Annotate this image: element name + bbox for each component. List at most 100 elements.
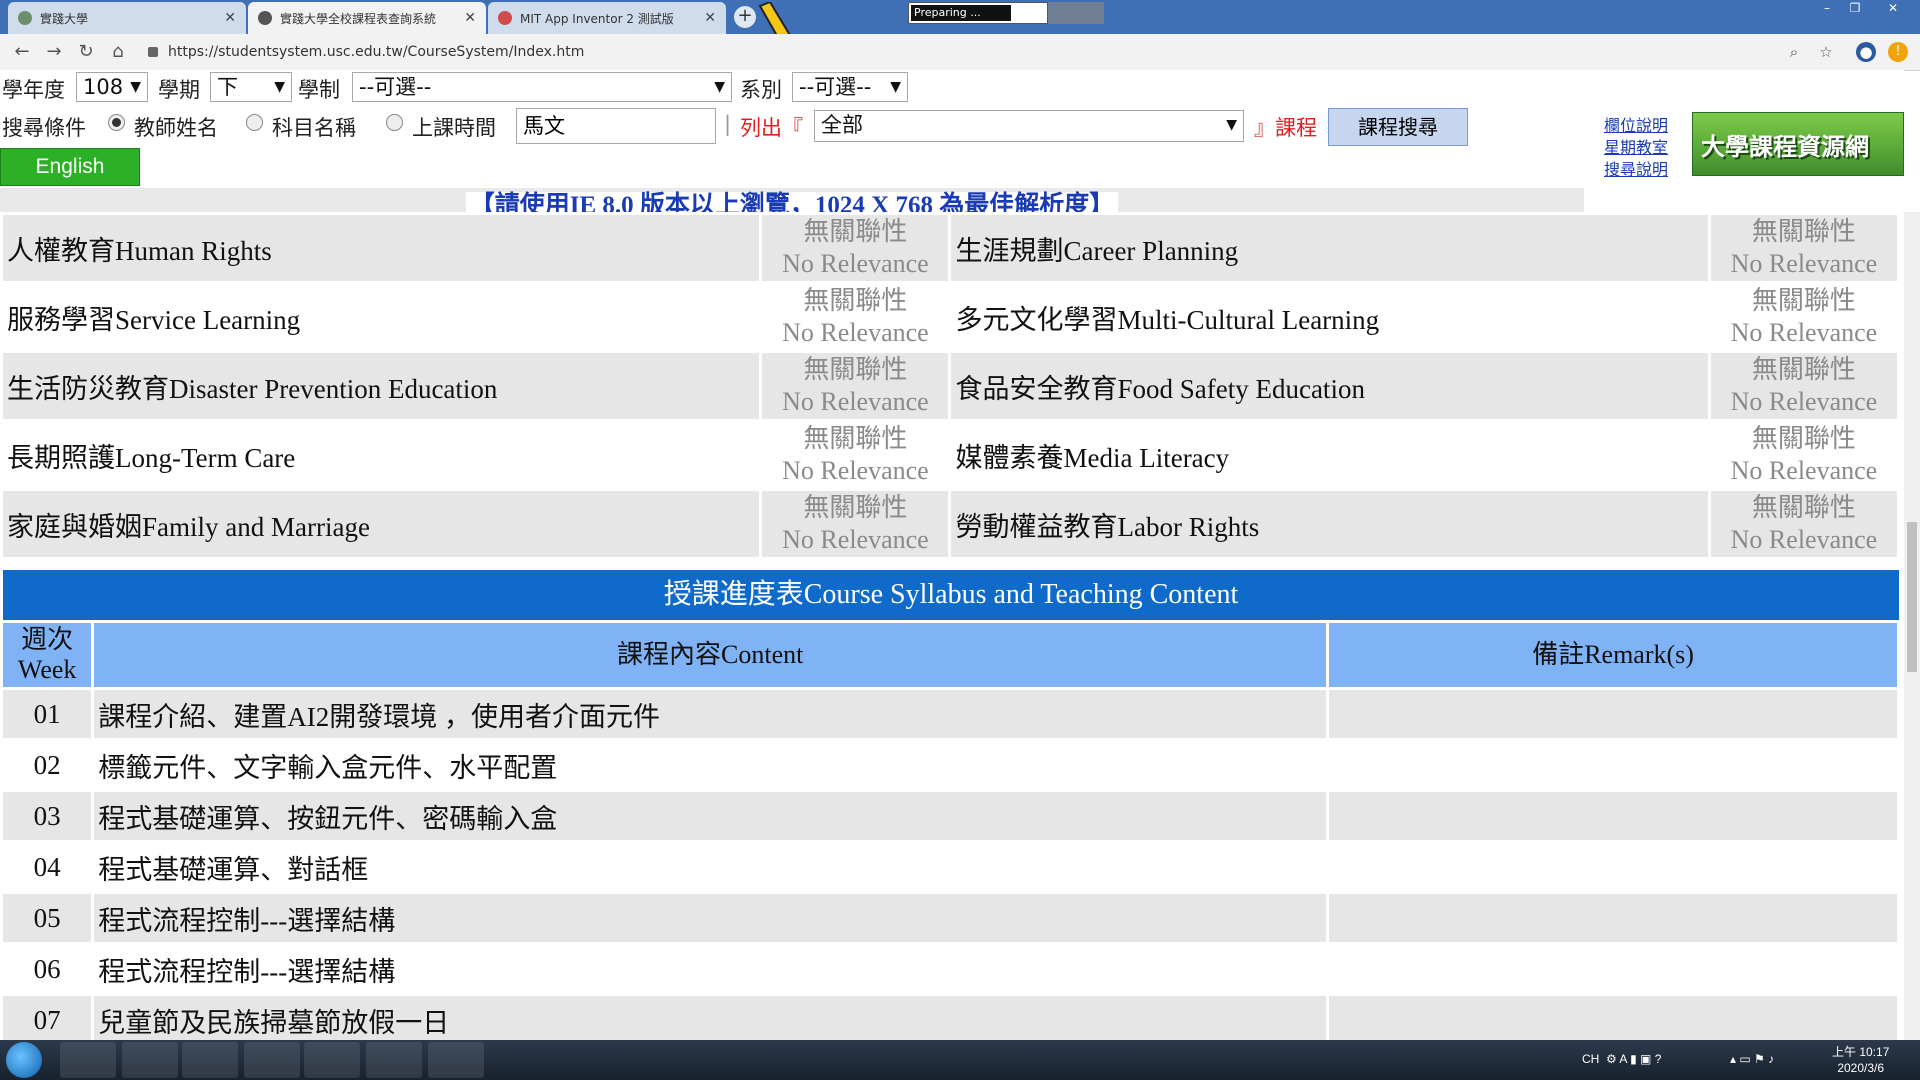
weekly-classroom-link[interactable]: 星期教室 bbox=[1604, 134, 1668, 158]
chrome-icon[interactable] bbox=[182, 1042, 238, 1078]
bookmark-star-icon[interactable]: ☆ bbox=[1816, 42, 1836, 62]
table-row: 06 程式流程控制---選擇結構 bbox=[3, 945, 1897, 993]
profile-avatar-icon[interactable]: ● bbox=[1856, 42, 1876, 62]
table-row: 人權教育Human Rights 無關聯性 No Relevance 生涯規劃Ca… bbox=[3, 215, 1897, 281]
start-button-icon[interactable] bbox=[6, 1042, 42, 1078]
home-icon[interactable]: ⌂ bbox=[106, 40, 130, 64]
english-button[interactable]: English bbox=[0, 148, 140, 186]
close-tab-icon[interactable]: ✕ bbox=[464, 10, 476, 26]
tab-title: MIT App Inventor 2 測試版 bbox=[520, 11, 674, 26]
topic-name: 生涯規劃Career Planning bbox=[951, 215, 1708, 281]
department-select[interactable]: --可選-- ▼ bbox=[792, 72, 908, 102]
list-scope-select[interactable]: 全部 ▼ bbox=[814, 110, 1244, 142]
input-language-indicator[interactable]: CH bbox=[1582, 1052, 1599, 1066]
year-select[interactable]: 108 ▼ bbox=[76, 72, 148, 102]
topic-relevance: 無關聯性 No Relevance bbox=[762, 491, 949, 557]
course-resource-banner[interactable]: 大學課程資源網 bbox=[1692, 112, 1904, 176]
topic-relevance: 無關聯性 No Relevance bbox=[1710, 353, 1897, 419]
close-tab-icon[interactable]: ✕ bbox=[224, 10, 236, 26]
close-window-icon[interactable]: ✕ bbox=[1880, 0, 1906, 18]
radio-time[interactable] bbox=[386, 114, 403, 131]
separator: | bbox=[724, 112, 732, 136]
internet-explorer-icon[interactable] bbox=[122, 1042, 178, 1078]
close-tab-icon[interactable]: ✕ bbox=[704, 10, 716, 26]
keyword-input[interactable]: 馬文 bbox=[516, 108, 716, 144]
topic-name: 人權教育Human Rights bbox=[3, 215, 760, 281]
system-tray-icons[interactable]: ▴ ▭ ⚑ ♪ bbox=[1730, 1052, 1774, 1066]
windows-taskbar: CH ⚙ A ▮ ▣ ? ▴ ▭ ⚑ ♪ 上午 10:17 2020/3/6 bbox=[0, 1040, 1920, 1080]
topic-name: 勞動權益教育Labor Rights bbox=[951, 491, 1708, 557]
term-select[interactable]: 下 ▼ bbox=[210, 72, 292, 102]
url-text: https://studentsystem.usc.edu.tw/CourseS… bbox=[168, 44, 585, 60]
chevron-down-icon: ▼ bbox=[130, 79, 141, 95]
content-frame: 人權教育Human Rights 無關聯性 No Relevance 生涯規劃Ca… bbox=[0, 212, 1904, 1040]
content-cell: 程式基礎運算、按鈕元件、密碼輸入盒 bbox=[94, 792, 1327, 840]
taskbar-clock[interactable]: 上午 10:17 2020/3/6 bbox=[1832, 1044, 1889, 1076]
topic-name: 食品安全教育Food Safety Education bbox=[951, 353, 1708, 419]
syllabus-table: 週次 Week 課程內容Content 備註Remark(s) 01 課程介紹、建… bbox=[0, 620, 1900, 1040]
week-cell: 03 bbox=[3, 792, 92, 840]
field-help-link[interactable]: 欄位說明 bbox=[1604, 112, 1668, 136]
content-cell: 課程介紹、建置AI2開發環境 ，使用者介面元件 bbox=[94, 690, 1327, 738]
topic-relevance: 無關聯性 No Relevance bbox=[1710, 491, 1897, 557]
search-help-link[interactable]: 搜尋說明 bbox=[1604, 156, 1668, 180]
remark-cell bbox=[1329, 894, 1897, 942]
week-cell: 04 bbox=[3, 843, 92, 891]
address-bar[interactable]: https://studentsystem.usc.edu.tw/CourseS… bbox=[148, 38, 1748, 66]
keyword-value: 馬文 bbox=[523, 114, 565, 138]
update-alert-icon[interactable]: ! bbox=[1888, 42, 1908, 62]
table-row: 長期照護Long-Term Care 無關聯性 No Relevance 媒體素養… bbox=[3, 422, 1897, 488]
week-cell: 02 bbox=[3, 741, 92, 789]
main-scrollbar[interactable] bbox=[1904, 212, 1920, 1040]
new-tab-icon[interactable]: + bbox=[734, 6, 756, 28]
snipping-tool-icon[interactable] bbox=[366, 1042, 422, 1078]
remark-cell bbox=[1329, 792, 1897, 840]
system-select[interactable]: --可選-- ▼ bbox=[352, 72, 732, 102]
ime-tray-icons[interactable]: ⚙ A ▮ ▣ ? bbox=[1606, 1052, 1661, 1066]
file-explorer-icon[interactable] bbox=[60, 1042, 116, 1078]
remark-cell bbox=[1329, 690, 1897, 738]
back-icon[interactable]: ← bbox=[10, 40, 34, 64]
browser-tab-strip: 實踐大學 ✕ 實踐大學全校課程表查詢系統 ✕ MIT App Inventor … bbox=[0, 0, 1920, 59]
restore-icon[interactable]: ❐ bbox=[1842, 0, 1868, 18]
minimize-icon[interactable]: – bbox=[1814, 0, 1840, 18]
content-cell: 程式流程控制---選擇結構 bbox=[94, 945, 1327, 993]
course-search-button[interactable]: 課程搜尋 bbox=[1328, 108, 1468, 146]
android-icon[interactable] bbox=[304, 1042, 360, 1078]
year-value: 108 bbox=[83, 75, 124, 99]
topic-name: 生活防災教育Disaster Prevention Education bbox=[3, 353, 760, 419]
radio-teacher-label: 教師姓名 bbox=[134, 116, 218, 140]
chevron-down-icon: ▼ bbox=[274, 79, 285, 95]
word-icon[interactable] bbox=[428, 1042, 484, 1078]
app-inventor-favicon-icon bbox=[498, 11, 512, 25]
chevron-down-icon: ▼ bbox=[714, 79, 725, 95]
topic-name: 媒體素養Media Literacy bbox=[951, 422, 1708, 488]
table-row: 02 標籤元件、文字輸入盒元件、水平配置 bbox=[3, 741, 1897, 789]
syllabus-section-title: 授課進度表Course Syllabus and Teaching Conten… bbox=[3, 570, 1899, 620]
tab-usc-home[interactable]: 實踐大學 ✕ bbox=[8, 2, 246, 34]
browser-toolbar: ← → ↻ ⌂ https://studentsystem.usc.edu.tw… bbox=[0, 34, 1920, 71]
forward-icon[interactable]: → bbox=[42, 40, 66, 64]
tab-app-inventor[interactable]: MIT App Inventor 2 測試版 ✕ bbox=[488, 2, 726, 34]
tab-title: 實踐大學 bbox=[40, 11, 89, 26]
download-progress-track bbox=[1048, 2, 1104, 24]
topic-relevance: 無關聯性 No Relevance bbox=[762, 422, 949, 488]
disk-utility-icon[interactable] bbox=[244, 1042, 300, 1078]
reload-icon[interactable]: ↻ bbox=[74, 40, 98, 64]
col-week-header: 週次 Week bbox=[3, 623, 92, 687]
tab-course-system[interactable]: 實踐大學全校課程表查詢系統 ✕ bbox=[248, 2, 486, 34]
chevron-down-icon: ▼ bbox=[1226, 117, 1237, 133]
radio-teacher[interactable] bbox=[108, 114, 125, 131]
department-value: --可選-- bbox=[799, 75, 872, 99]
radio-subject[interactable] bbox=[246, 114, 263, 131]
zoom-icon[interactable]: ⌕ bbox=[1784, 42, 1804, 62]
department-label: 系別 bbox=[740, 78, 782, 102]
topic-name: 多元文化學習Multi-Cultural Learning bbox=[951, 284, 1708, 350]
scrollbar-thumb[interactable] bbox=[1907, 522, 1917, 672]
week-cell: 07 bbox=[3, 996, 92, 1040]
system-value: --可選-- bbox=[359, 75, 432, 99]
week-cell: 06 bbox=[3, 945, 92, 993]
content-cell: 兒童節及民族掃墓節放假一日 bbox=[94, 996, 1327, 1040]
year-label: 學年度 bbox=[2, 78, 65, 102]
content-cell: 程式基礎運算、對話框 bbox=[94, 843, 1327, 891]
